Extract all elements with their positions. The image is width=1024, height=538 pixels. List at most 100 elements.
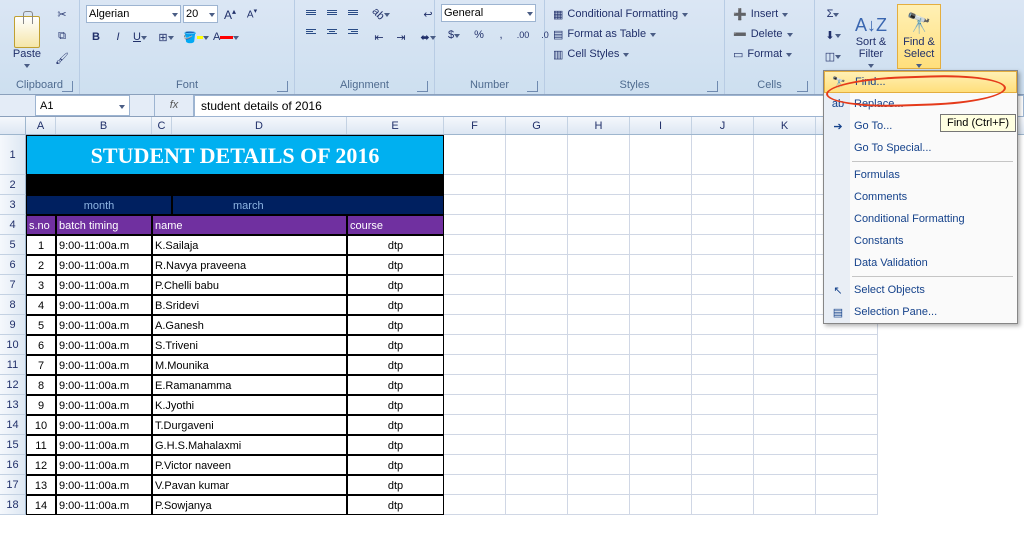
cell[interactable] — [816, 335, 878, 355]
cell-batch[interactable]: 9:00-11:00a.m — [56, 495, 152, 515]
cell[interactable] — [444, 215, 506, 235]
cell-course[interactable]: dtp — [347, 335, 444, 355]
fill-button[interactable]: ⬇ — [821, 25, 845, 45]
cell[interactable] — [506, 235, 568, 255]
row-header[interactable]: 3 — [0, 195, 26, 215]
cell[interactable] — [692, 235, 754, 255]
cell-course[interactable]: dtp — [347, 475, 444, 495]
column-header-G[interactable]: G — [506, 117, 568, 134]
cell[interactable] — [444, 475, 506, 495]
cell[interactable] — [506, 355, 568, 375]
decrease-font-button[interactable]: A▾ — [242, 4, 262, 24]
cell[interactable] — [568, 355, 630, 375]
underline-button[interactable]: U — [130, 27, 150, 47]
cell[interactable] — [568, 315, 630, 335]
delete-button[interactable]: ➖Delete — [731, 24, 795, 44]
cell[interactable] — [444, 375, 506, 395]
cut-button[interactable]: ✂ — [52, 4, 72, 24]
cell[interactable] — [506, 475, 568, 495]
row-header[interactable]: 9 — [0, 315, 26, 335]
cell-sno[interactable]: 6 — [26, 335, 56, 355]
cell[interactable] — [816, 355, 878, 375]
cell-sno[interactable]: 11 — [26, 435, 56, 455]
cell[interactable] — [568, 215, 630, 235]
row-header[interactable]: 12 — [0, 375, 26, 395]
cell[interactable] — [692, 495, 754, 515]
cell-course[interactable]: dtp — [347, 415, 444, 435]
cell[interactable] — [630, 335, 692, 355]
row-header[interactable]: 8 — [0, 295, 26, 315]
cell-name[interactable]: V.Pavan kumar — [152, 475, 347, 495]
cell[interactable] — [630, 235, 692, 255]
cell[interactable] — [630, 495, 692, 515]
column-header-J[interactable]: J — [692, 117, 754, 134]
header-course[interactable]: course — [347, 215, 444, 235]
cell[interactable] — [506, 295, 568, 315]
cell[interactable] — [444, 395, 506, 415]
font-color-button[interactable]: A — [212, 27, 240, 47]
italic-button[interactable]: I — [108, 27, 128, 47]
cell[interactable] — [568, 255, 630, 275]
align-right[interactable] — [343, 23, 363, 39]
cell[interactable] — [506, 195, 568, 215]
cell[interactable] — [754, 495, 816, 515]
cell[interactable] — [506, 435, 568, 455]
cell[interactable] — [754, 215, 816, 235]
cell[interactable] — [568, 475, 630, 495]
cell-name[interactable]: R.Navya praveena — [152, 255, 347, 275]
cell[interactable] — [630, 275, 692, 295]
column-header-F[interactable]: F — [444, 117, 506, 134]
cell-batch[interactable]: 9:00-11:00a.m — [56, 395, 152, 415]
copy-button[interactable]: ⧉ — [52, 26, 72, 46]
column-header-K[interactable]: K — [754, 117, 816, 134]
cell[interactable] — [692, 215, 754, 235]
cell-sno[interactable]: 10 — [26, 415, 56, 435]
clear-button[interactable]: ◫ — [821, 46, 845, 66]
decrease-indent-button[interactable]: ⇤ — [369, 27, 389, 47]
month-header[interactable]: month — [26, 195, 172, 215]
cell-styles-button[interactable]: ▥Cell Styles — [551, 44, 631, 64]
cell[interactable] — [568, 335, 630, 355]
row-header[interactable]: 18 — [0, 495, 26, 515]
cell[interactable] — [506, 375, 568, 395]
cell[interactable] — [506, 255, 568, 275]
row-header[interactable]: 2 — [0, 175, 26, 195]
column-header-D[interactable]: D — [172, 117, 347, 134]
cell-batch[interactable]: 9:00-11:00a.m — [56, 415, 152, 435]
borders-button[interactable]: ⊞ — [152, 27, 180, 47]
cell[interactable] — [568, 135, 630, 175]
cell[interactable] — [444, 335, 506, 355]
cell[interactable] — [568, 175, 630, 195]
cell[interactable] — [506, 275, 568, 295]
percent-button[interactable]: % — [469, 25, 489, 45]
format-as-table-button[interactable]: ▤Format as Table — [551, 24, 658, 44]
cell-course[interactable]: dtp — [347, 395, 444, 415]
menu-select-objects[interactable]: ↖Select Objects — [824, 279, 1017, 301]
menu-data-validation[interactable]: Data Validation — [824, 252, 1017, 274]
cell[interactable] — [568, 435, 630, 455]
cell-course[interactable]: dtp — [347, 355, 444, 375]
cell[interactable] — [754, 135, 816, 175]
cell[interactable] — [754, 315, 816, 335]
cell-sno[interactable]: 1 — [26, 235, 56, 255]
bold-button[interactable]: B — [86, 27, 106, 47]
cell[interactable] — [630, 415, 692, 435]
cell[interactable] — [444, 175, 506, 195]
column-header-B[interactable]: B — [56, 117, 152, 134]
cell[interactable] — [444, 255, 506, 275]
cell[interactable] — [692, 435, 754, 455]
align-top[interactable] — [301, 4, 321, 20]
cell[interactable] — [568, 415, 630, 435]
cell-batch[interactable]: 9:00-11:00a.m — [56, 375, 152, 395]
row-header[interactable]: 7 — [0, 275, 26, 295]
row-header[interactable]: 17 — [0, 475, 26, 495]
cell[interactable] — [630, 175, 692, 195]
row-header[interactable]: 14 — [0, 415, 26, 435]
cell-course[interactable]: dtp — [347, 435, 444, 455]
cell-name[interactable]: G.H.S.Mahalaxmi — [152, 435, 347, 455]
cell[interactable] — [754, 235, 816, 255]
header-name[interactable]: name — [152, 215, 347, 235]
column-header-C[interactable]: C — [152, 117, 172, 134]
row-header[interactable]: 4 — [0, 215, 26, 235]
cell[interactable] — [692, 355, 754, 375]
